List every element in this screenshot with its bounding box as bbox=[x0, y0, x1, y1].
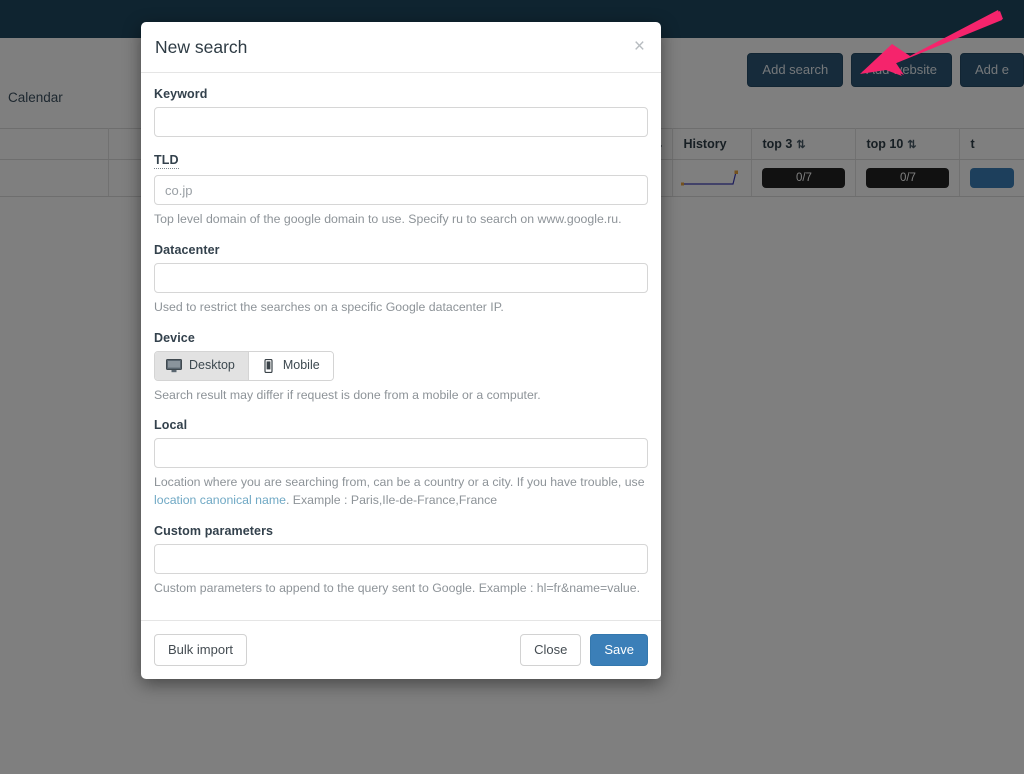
device-label: Device bbox=[154, 330, 195, 345]
device-option-desktop-label: Desktop bbox=[189, 358, 235, 373]
location-canonical-name-link[interactable]: location canonical name bbox=[154, 493, 286, 507]
modal-body: Keyword TLD Top level domain of the goog… bbox=[141, 73, 661, 620]
desktop-icon bbox=[166, 358, 182, 373]
datacenter-label: Datacenter bbox=[154, 242, 220, 257]
local-label: Local bbox=[154, 418, 188, 433]
bulk-import-button[interactable]: Bulk import bbox=[154, 633, 248, 667]
device-option-mobile-label: Mobile bbox=[282, 358, 320, 373]
mobile-icon bbox=[260, 358, 276, 373]
local-input[interactable] bbox=[154, 438, 648, 469]
device-option-mobile[interactable]: Mobile bbox=[248, 351, 333, 380]
datacenter-input[interactable] bbox=[154, 262, 648, 293]
local-help-before: Location where you are searching from, c… bbox=[154, 475, 645, 490]
tld-input[interactable] bbox=[154, 175, 648, 205]
close-button[interactable]: Close bbox=[520, 633, 582, 667]
device-help-text: Search result may differ if request is d… bbox=[154, 387, 541, 402]
modal-footer: Bulk import Close Save bbox=[141, 619, 661, 679]
custom-parameters-label: Custom parameters bbox=[154, 524, 274, 539]
modal-title: New search bbox=[155, 37, 248, 57]
tld-label: TLD bbox=[154, 153, 179, 169]
tld-help-text: Top level domain of the google domain to… bbox=[154, 212, 622, 226]
device-toggle-group: Desktop Mobile bbox=[154, 350, 334, 381]
datacenter-help-text: Used to restrict the searches on a speci… bbox=[154, 299, 504, 314]
local-help-after: . Example : Paris,Ile-de-France,France bbox=[285, 493, 498, 508]
field-datacenter: Datacenter Used to restrict the searches… bbox=[154, 243, 648, 317]
local-help-text: Location where you are searching from, c… bbox=[154, 474, 648, 510]
keyword-label: Keyword bbox=[154, 87, 208, 101]
close-icon[interactable]: × bbox=[630, 35, 649, 58]
keyword-input[interactable] bbox=[154, 107, 648, 137]
field-custom-parameters: Custom parameters Custom parameters to a… bbox=[154, 524, 648, 598]
custom-parameters-input[interactable] bbox=[154, 544, 648, 575]
save-button[interactable]: Save bbox=[590, 633, 648, 667]
new-search-modal: New search × Keyword TLD Top level domai… bbox=[141, 22, 661, 680]
modal-header: New search × bbox=[141, 22, 661, 73]
footer-actions: Close Save bbox=[520, 633, 648, 667]
screen-root: Add search Add website Add e Calendar Sc… bbox=[0, 0, 1024, 774]
device-option-desktop[interactable]: Desktop bbox=[155, 351, 249, 380]
field-local: Local Location where you are searching f… bbox=[154, 418, 648, 510]
field-keyword: Keyword bbox=[154, 87, 648, 137]
field-tld: TLD Top level domain of the google domai… bbox=[154, 151, 648, 229]
field-device: Device Desktop Mobile Search result may … bbox=[154, 331, 648, 405]
custom-parameters-help-text: Custom parameters to append to the query… bbox=[154, 581, 641, 596]
